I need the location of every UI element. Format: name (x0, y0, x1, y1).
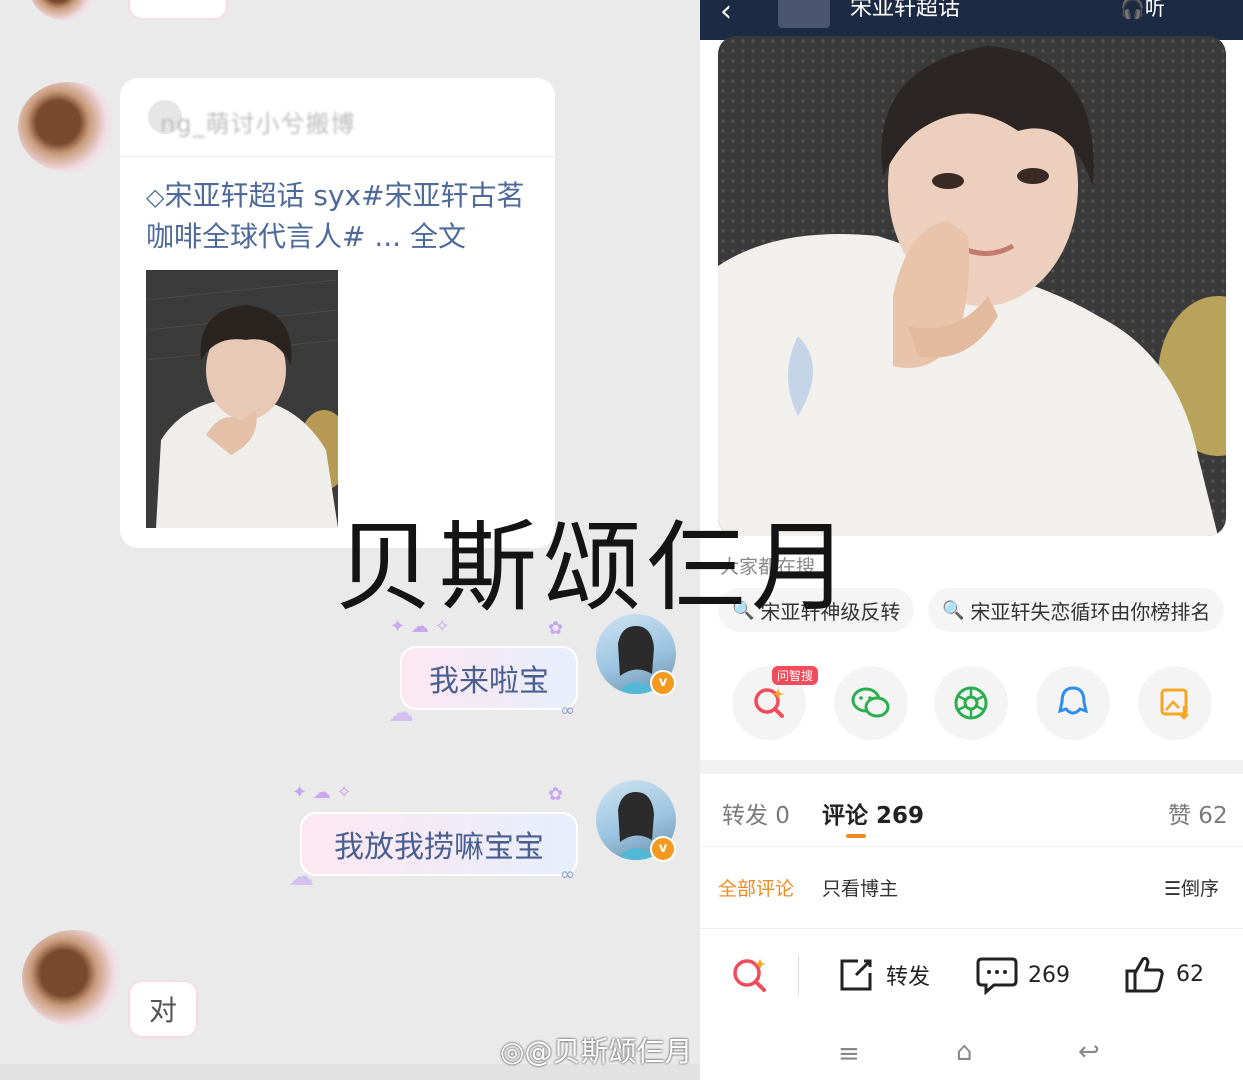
repost-button[interactable]: 转发 (836, 955, 930, 995)
ribbon-icon: ∞ (560, 700, 575, 721)
menu-icon[interactable]: ≡ (838, 1039, 860, 1069)
tab-comment[interactable]: 评论 269 (822, 796, 924, 830)
listen-button[interactable]: 🎧听 (1120, 0, 1165, 21)
bottom-action-bar: 转发 269 62 ≡ ⌂ ↩ (700, 928, 1243, 1080)
weibo-watermark: ◎@贝斯颂仨月 (500, 1030, 692, 1070)
bar-divider (798, 955, 799, 995)
listen-label: 听 (1144, 0, 1165, 20)
verified-badge-icon: v (650, 836, 676, 862)
filter-author-only[interactable]: 只看博主 (822, 874, 898, 901)
thumbs-up-icon (1125, 956, 1164, 993)
tab-repost[interactable]: 转发 0 (722, 796, 790, 830)
sort-label: 倒序 (1181, 878, 1220, 900)
reply-text: 对 (148, 994, 177, 1027)
card-author-name: ng_萌讨小兮搬博 (160, 110, 356, 138)
post-photo[interactable] (718, 36, 1226, 536)
section-divider (700, 760, 1243, 774)
wechat-icon[interactable] (834, 666, 908, 740)
topbar-title[interactable]: 宋亚轩超话 (850, 0, 960, 22)
moments-icon[interactable] (934, 666, 1008, 740)
card-post-body: 宋亚轩超话 syx#宋亚轩古茗咖啡全球代言人# ... 全文 (146, 179, 525, 253)
partial-bubble-top (128, 0, 228, 20)
save-image-icon[interactable] (1138, 666, 1212, 740)
chip-text: 宋亚轩失恋循环由你榜排名 (970, 599, 1211, 624)
sort-button[interactable]: ☰倒序 (1164, 874, 1219, 901)
diamond-icon: ◇ (146, 183, 165, 211)
card-post-text: ◇宋亚轩超话 syx#宋亚轩古茗咖啡全球代言人# ... 全文 (146, 176, 536, 257)
weibo-watermark-text: @贝斯颂仨月 (524, 1035, 693, 1068)
reply-bubble[interactable]: 对 (128, 980, 198, 1038)
shared-post-card[interactable]: ng_萌讨小兮搬博 ◇宋亚轩超话 syx#宋亚轩古茗咖啡全球代言人# ... 全… (120, 78, 555, 548)
tab-like[interactable]: 赞 62 (1168, 796, 1228, 830)
home-icon[interactable]: ⌂ (956, 1037, 973, 1067)
sticker-deco: ✿ (548, 784, 564, 805)
overlay-watermark: 贝斯颂仨月 (335, 511, 856, 625)
back-nav-icon[interactable]: ↩ (1078, 1037, 1100, 1067)
message-bubble[interactable]: 我来啦宝 (400, 646, 578, 710)
sort-icon: ☰ (1164, 878, 1182, 900)
supertopic-avatar[interactable] (778, 0, 830, 28)
top-bar: ‹ 宋亚轩超话 🎧听 (700, 0, 1243, 40)
comment-count: 269 (1028, 962, 1070, 988)
tab-divider (700, 846, 1243, 847)
message-bubble[interactable]: 我放我捞嘛宝宝 (300, 812, 578, 876)
sender-avatar[interactable] (18, 82, 118, 172)
ghost-sticker-icon: ☁ (388, 698, 414, 728)
filter-all[interactable]: 全部评论 (718, 874, 794, 901)
verified-badge-icon: v (650, 670, 676, 696)
comment-icon (976, 957, 1018, 995)
repost-label: 转发 (886, 965, 931, 990)
sticker-deco: ✦ ☁ ✧ (292, 782, 352, 803)
like-button[interactable]: 62 (1124, 953, 1204, 995)
avatar-top (30, 0, 100, 20)
card-photo[interactable] (146, 270, 338, 528)
ai-search-icon[interactable] (730, 955, 770, 999)
hot-search-chip[interactable]: 🔍 宋亚轩失恋循环由你榜排名 (928, 588, 1225, 632)
message-text: 我来啦宝 (429, 664, 549, 699)
card-header: ng_萌讨小兮搬博 (120, 78, 555, 157)
like-count: 62 (1176, 961, 1204, 987)
qq-icon[interactable] (1036, 666, 1110, 740)
sender-avatar[interactable] (22, 930, 126, 1026)
ghost-sticker-icon: ☁ (288, 862, 314, 892)
ai-search-badge: 问智搜 (772, 666, 819, 685)
search-icon: 🔍 (942, 599, 965, 621)
tab-active-indicator (846, 834, 866, 838)
weibo-logo-icon: ◎ (500, 1035, 525, 1068)
back-icon[interactable]: ‹ (720, 0, 732, 29)
ribbon-icon: ∞ (560, 864, 575, 885)
comment-button[interactable]: 269 (976, 955, 1070, 995)
message-text: 我放我捞嘛宝宝 (334, 830, 544, 865)
repost-icon (840, 959, 872, 991)
